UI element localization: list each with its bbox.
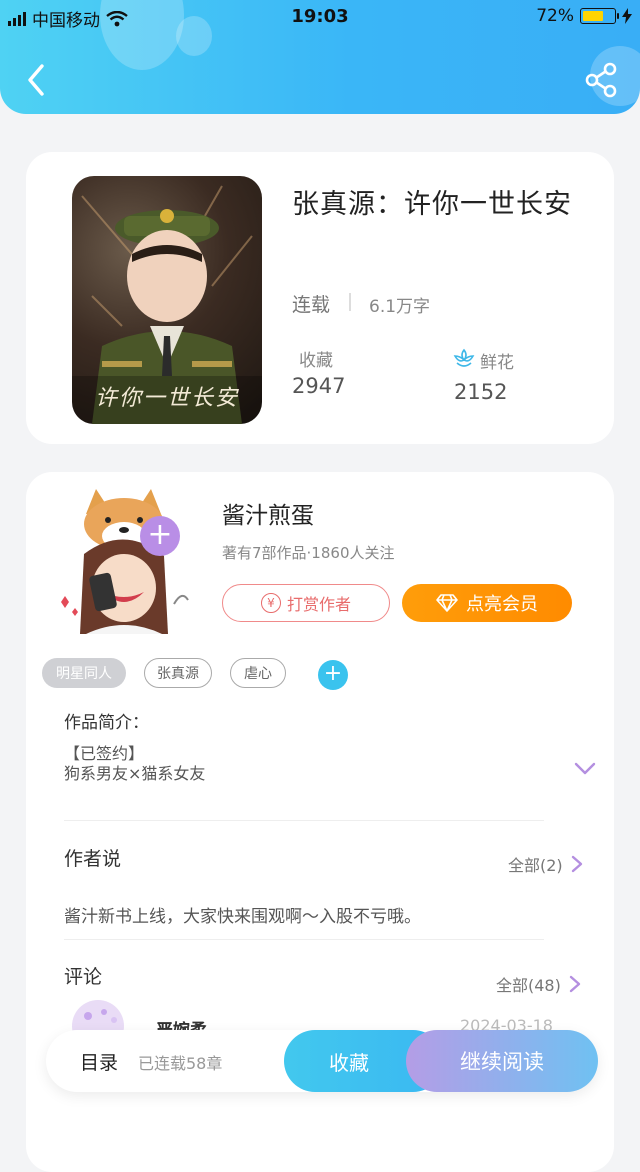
comments-title: 评论	[64, 966, 103, 988]
chapter-count: 已连载58章	[138, 1054, 223, 1073]
tag-item[interactable]: 虐心	[230, 658, 286, 688]
flowers-label: 鲜花	[480, 353, 514, 373]
book-title: 张真源：许你一世长安	[292, 189, 572, 220]
collect-label: 收藏	[329, 1050, 369, 1075]
author-says-all-label: 全部(2)	[508, 856, 563, 875]
flower-icon	[453, 348, 475, 367]
continue-reading-button[interactable]: 继续阅读	[406, 1030, 598, 1092]
vip-button[interactable]: 点亮会员	[402, 584, 572, 622]
author-says-title: 作者说	[64, 848, 122, 870]
flowers-count: 2152	[454, 380, 508, 404]
intro-label: 作品简介：	[64, 713, 149, 733]
back-button[interactable]	[22, 62, 52, 98]
word-count: 6.1万字	[369, 297, 431, 317]
vip-label: 点亮会员	[466, 594, 538, 615]
author-stats: 著有7部作品·1860人关注	[222, 544, 395, 562]
follow-author-button[interactable]: +	[140, 516, 180, 556]
serial-status: 连载	[292, 294, 331, 316]
charging-icon	[622, 8, 632, 24]
favorites-count: 2947	[292, 374, 346, 398]
yen-icon: ¥	[260, 593, 281, 613]
book-info-card: 许你一世长安 张真源：许你一世长安 连载 6.1万字 收藏 2947 鲜花 21…	[26, 152, 614, 444]
intro-text: 狗系男友×猫系女友	[64, 764, 206, 783]
author-avatar[interactable]	[56, 484, 196, 634]
tip-author-label: 打赏作者	[286, 595, 351, 614]
comments-all-link[interactable]: 全部(48)	[496, 972, 581, 996]
favorites-label: 收藏	[299, 351, 333, 371]
cover-title-text: 许你一世长安	[94, 386, 239, 411]
author-note: 酱汁新书上线，大家快来围观啊～入股不亏哦。	[64, 907, 421, 927]
divider	[349, 293, 351, 311]
add-tag-button[interactable]: +	[318, 660, 348, 690]
battery-percent: 72%	[536, 6, 574, 26]
bottom-action-bar: 目录 已连载58章 收藏 继续阅读	[46, 1030, 598, 1092]
tip-author-button[interactable]: ¥ 打赏作者	[222, 584, 390, 622]
status-bar: 中国移动 19:03 72%	[0, 0, 640, 34]
chevron-right-icon	[569, 975, 581, 993]
chevron-down-icon[interactable]	[574, 762, 596, 776]
top-header: 中国移动 19:03 72%	[0, 0, 640, 114]
author-says-all-link[interactable]: 全部(2)	[508, 852, 583, 876]
comments-all-label: 全部(48)	[496, 976, 561, 995]
diamond-icon	[436, 594, 458, 612]
battery-icon	[580, 8, 619, 24]
book-cover[interactable]: 许你一世长安	[72, 176, 262, 424]
chevron-right-icon	[571, 855, 582, 873]
divider	[64, 820, 544, 821]
tag-item[interactable]: 张真源	[144, 658, 212, 688]
share-button[interactable]	[584, 62, 618, 98]
divider	[64, 939, 544, 940]
table-of-contents-button[interactable]: 目录	[80, 1048, 118, 1075]
author-name[interactable]: 酱汁煎蛋	[222, 496, 314, 530]
tag-item[interactable]: 明星同人	[42, 658, 126, 688]
continue-reading-label: 继续阅读	[460, 1050, 544, 1074]
